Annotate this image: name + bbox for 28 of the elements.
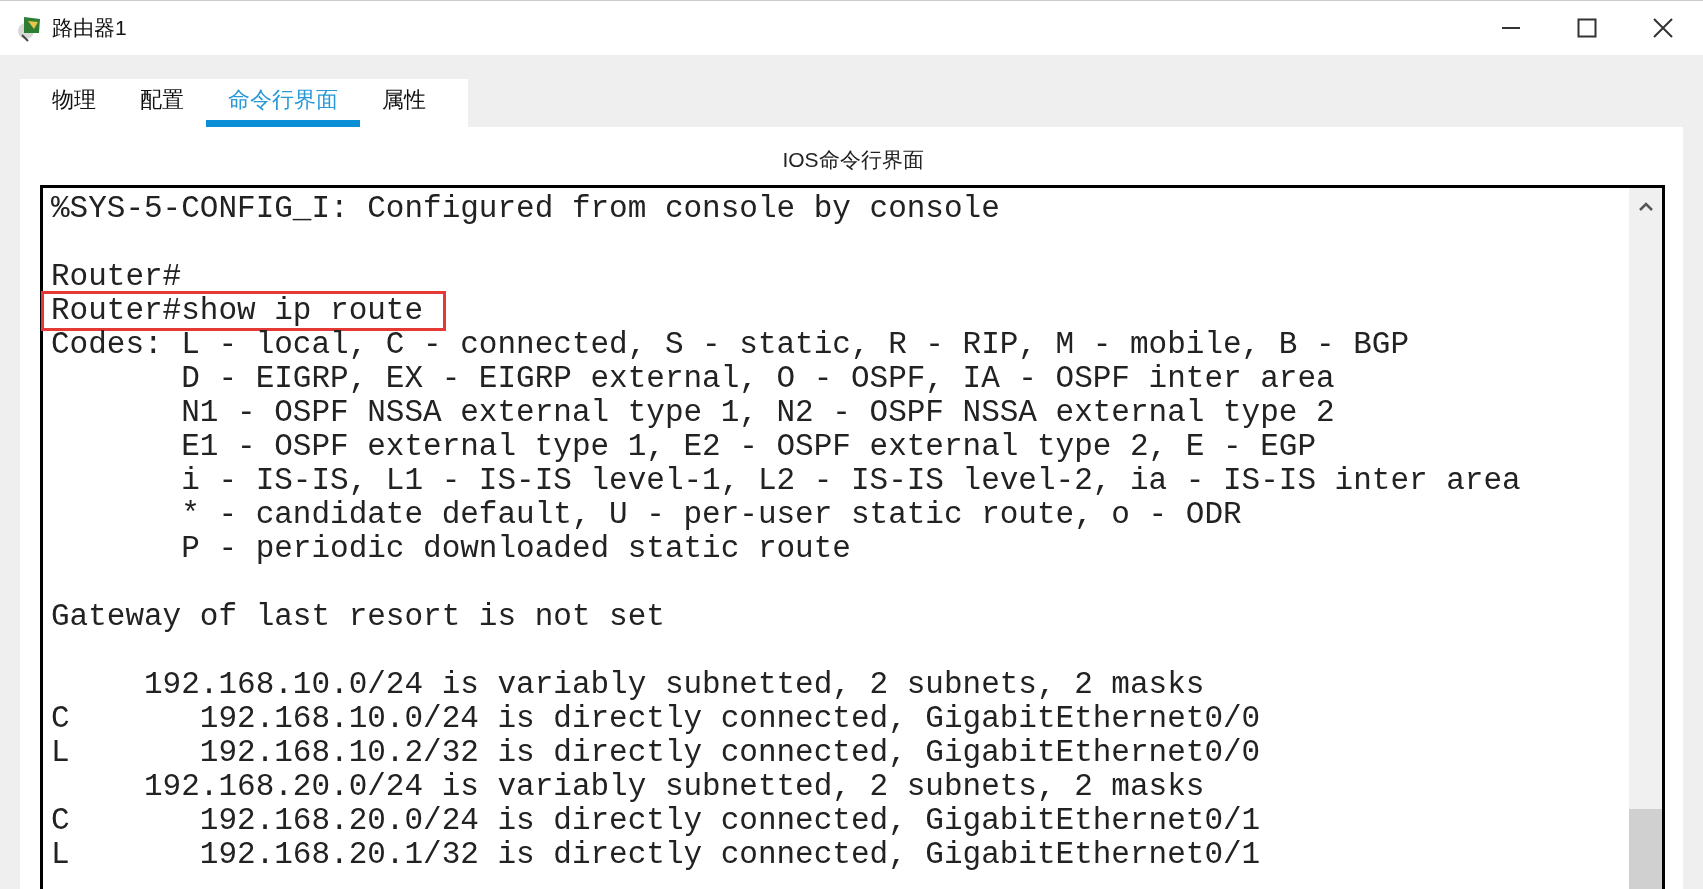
panel-title: IOS命令行界面 [782,147,924,174]
console-line: i - IS-IS, L1 - IS-IS level-1, L2 - IS-IS level-2, ia - IS-IS inter area [180,464,1521,498]
console-line: * - candidate default, U - per-user static route, o - ODR [180,498,1242,532]
close-icon[interactable] [1653,18,1673,38]
console-line: L 192.168.20.1/32 is directly connected, GigabitEthernet0/1 [51,838,1261,872]
tab[interactable]: 物理 [30,79,118,127]
console-line: C 192.168.20.0/24 is directly connected, GigabitEthernet0/1 [51,804,1261,838]
terminal-console[interactable] [40,185,1665,889]
window-title: 路由器1 [52,15,127,42]
console-line: E1 - OSPF external type 1, E2 - OSPF external type 2, E - EGP [180,430,1316,464]
console-line: Codes: L - local, C - connected, S - static, R - RIP, M - mobile, B - BGP [51,328,1410,362]
tab[interactable]: 配置 [118,79,206,127]
console-line: C 192.168.10.0/24 is directly connected, GigabitEthernet0/0 [51,702,1261,736]
console-line: Router# [51,260,182,294]
console-line: 192.168.20.0/24 is variably subnetted, 2 subnets, 2 masks [143,770,1205,804]
scroll-up-icon[interactable] [1637,202,1654,212]
console-line: %SYS-5-CONFIG_I: Configured from console by console [51,192,1000,226]
scroll-thumb[interactable] [1629,809,1662,889]
console-line: L 192.168.10.2/32 is directly connected, GigabitEthernet0/0 [51,736,1261,770]
console-line: D - EIGRP, EX - EIGRP external, O - OSPF, IA - OSPF inter area [180,362,1335,396]
tab[interactable]: 属性 [360,79,448,127]
console-line: 192.168.10.0/24 is variably subnetted, 2 subnets, 2 masks [143,668,1205,702]
console-line: Router#show ip route [44,294,444,328]
maximize-icon[interactable] [1577,18,1597,38]
console-line: N1 - OSPF NSSA external type 1, N2 - OSPF NSSA external type 2 [180,396,1335,430]
scrollbar[interactable] [1629,188,1662,889]
console-line: P - periodic downloaded static route [180,532,851,566]
console-line: Gateway of last resort is not set [51,600,665,634]
